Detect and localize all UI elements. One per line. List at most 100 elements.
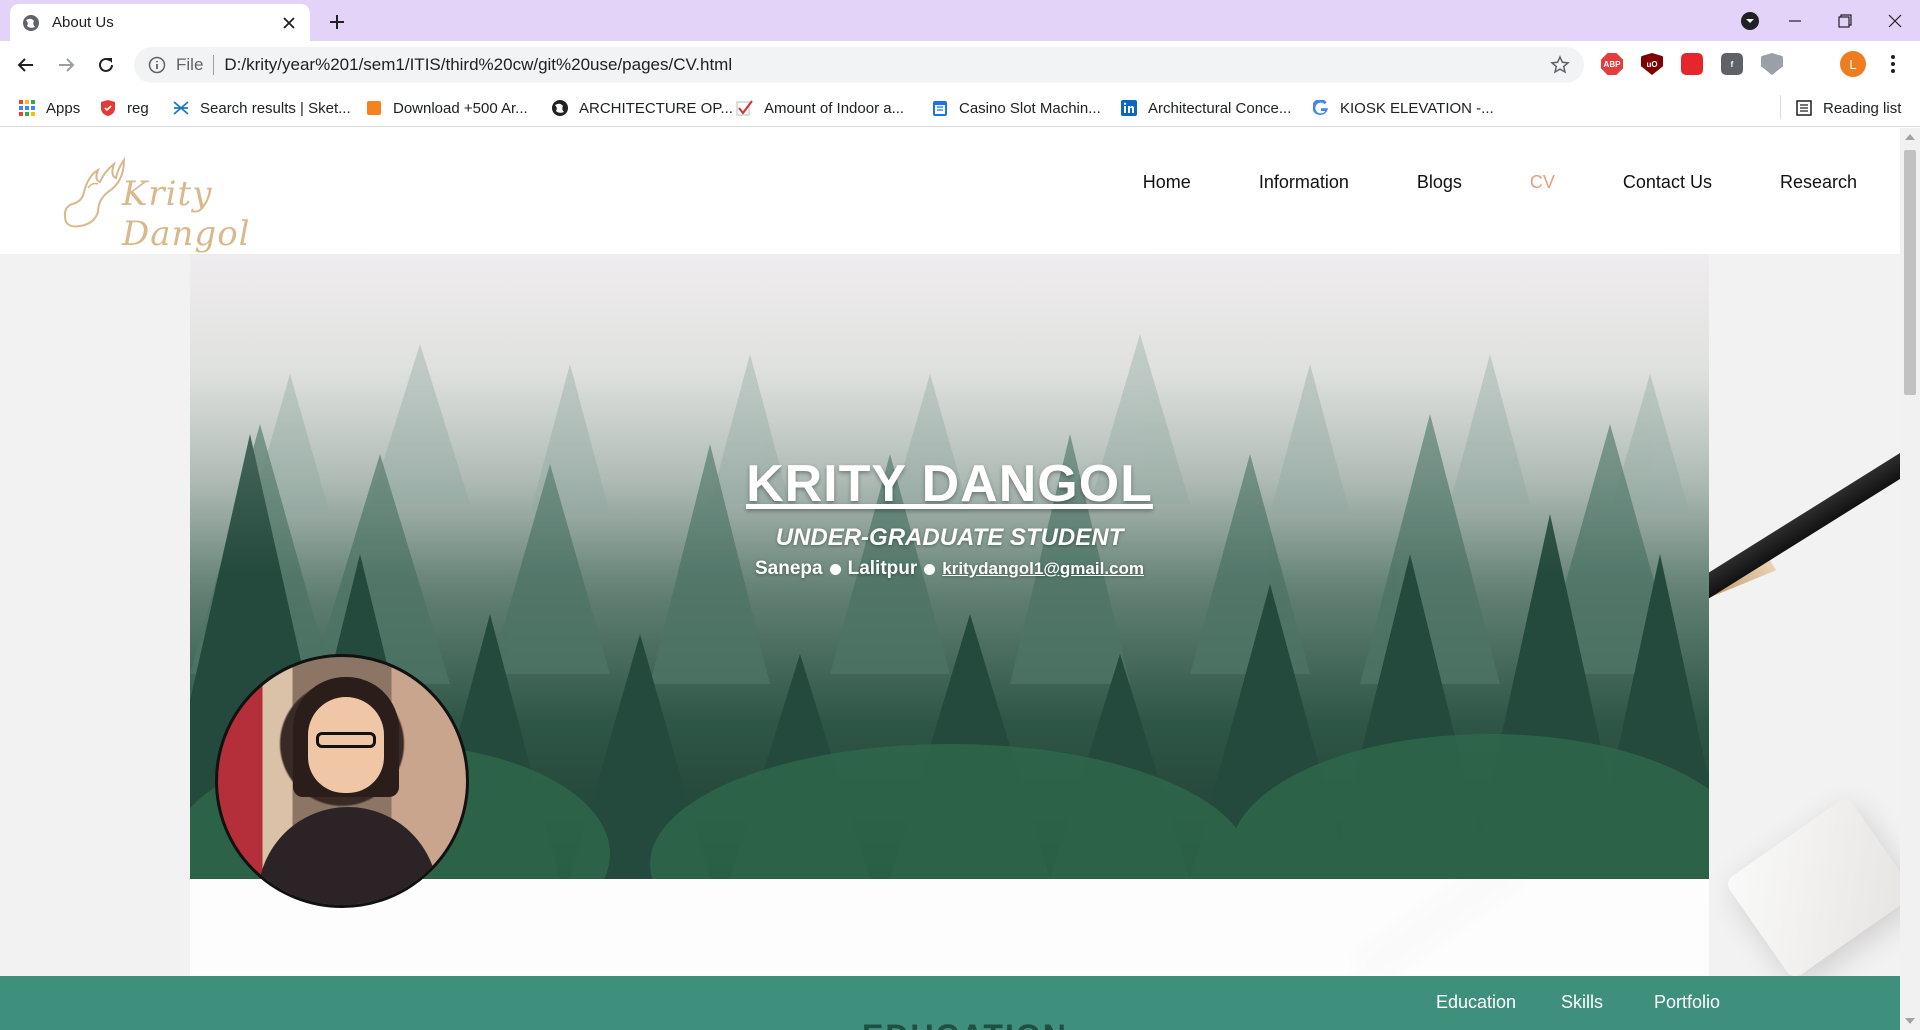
bookmark-item[interactable]: KIOSK ELEVATION -...	[1312, 97, 1494, 119]
pencil-decoration	[1694, 443, 1900, 601]
bookmark-item[interactable]: Search results | Sket...	[172, 97, 351, 119]
nav-link-contact-us[interactable]: Contact Us	[1623, 172, 1712, 193]
page-viewport[interactable]: Krity Dangol Home Information Blogs CV Conta…	[0, 128, 1900, 1030]
bookmark-label: Casino Slot Machin...	[959, 99, 1101, 117]
section-heading: EDUCATION	[862, 1018, 1068, 1030]
tab-strip: About Us	[0, 0, 1920, 41]
bookmarks-divider	[1780, 95, 1781, 119]
address-bar[interactable]: File D:/krity/year%201/sem1/ITIS/third%2…	[134, 47, 1584, 83]
bookmark-item[interactable]: ARCHITECTURE OP...	[551, 97, 733, 119]
photo-body	[258, 807, 438, 905]
bookmarks-bar: Apps reg Search results | Sket... Download …	[0, 89, 1920, 127]
scrollbar-thumb[interactable]	[1904, 150, 1916, 395]
extension-badge: ABP	[1601, 53, 1623, 75]
arrow-left-icon	[17, 58, 33, 72]
hero-contact: Sanepa Lalitpur kritydangol1@gmail.com	[190, 558, 1709, 580]
restore-button[interactable]	[1820, 0, 1870, 41]
puzzle-extensions-icon[interactable]	[1797, 49, 1827, 79]
minimize-button[interactable]	[1770, 0, 1820, 41]
reading-list-button[interactable]: Reading list	[1795, 97, 1901, 119]
page-scrollbar[interactable]	[1900, 128, 1920, 1030]
bookmark-label: Amount of Indoor a...	[764, 99, 905, 117]
browser-toolbar: File D:/krity/year%201/sem1/ITIS/third%2…	[0, 41, 1920, 89]
nav-link-research[interactable]: Research	[1780, 172, 1857, 193]
site-header: Krity Dangol Home Information Blogs CV Conta…	[0, 128, 1900, 254]
extension-badge: uO	[1641, 53, 1663, 75]
new-tab-button[interactable]	[325, 10, 349, 34]
bookmark-item[interactable]: Download +500 Ar...	[365, 97, 528, 119]
globe-icon	[22, 14, 40, 32]
scroll-down-icon[interactable]	[1905, 1018, 1915, 1024]
kebab-menu-icon	[1891, 55, 1895, 73]
nav-link-information[interactable]: Information	[1259, 172, 1349, 193]
section-nav-portfolio[interactable]: Portfolio	[1654, 992, 1720, 1013]
scroll-up-icon[interactable]	[1905, 134, 1915, 140]
facebook-extension-icon[interactable]: f	[1717, 49, 1747, 79]
bullet-dot-icon	[924, 563, 936, 575]
orange-square-icon	[365, 99, 383, 117]
url-separator	[213, 55, 215, 75]
profile-initial: L	[1840, 51, 1866, 77]
hero-content: KRITY DANGOL UNDER-GRADUATE STUDENT Sane…	[190, 454, 1709, 580]
nav-link-cv[interactable]: CV	[1530, 172, 1555, 193]
globe-icon	[551, 99, 569, 117]
pdf-extension-icon[interactable]	[1677, 49, 1707, 79]
ublock-origin-icon[interactable]: uO	[1637, 49, 1667, 79]
browser-menu-button[interactable]	[1878, 49, 1908, 79]
url-text[interactable]: D:/krity/year%201/sem1/ITIS/third%20cw/g…	[224, 55, 1548, 75]
reading-list-label: Reading list	[1823, 99, 1902, 117]
arrow-right-icon	[59, 58, 75, 72]
bookmark-label: reg	[127, 99, 149, 117]
tab-search-button[interactable]	[1730, 0, 1770, 41]
shield-red-icon	[99, 99, 117, 117]
browser-tab[interactable]: About Us	[10, 4, 310, 41]
bookmark-label: Architectural Conce...	[1148, 99, 1292, 117]
adblock-plus-icon[interactable]: ABP	[1597, 49, 1627, 79]
bookmark-label: Search results | Sket...	[200, 99, 351, 117]
eraser-decoration	[1724, 795, 1900, 981]
minimize-icon	[1789, 19, 1801, 22]
forward-button[interactable]	[46, 45, 86, 85]
sketchfab-icon	[172, 99, 190, 117]
site-nav: Home Information Blogs CV Contact Us Research	[1143, 172, 1900, 193]
logo-text: Krity Dangol	[122, 174, 251, 254]
shield-extension-icon[interactable]	[1757, 49, 1787, 79]
info-icon[interactable]	[148, 56, 166, 74]
bookmark-label: KIOSK ELEVATION -...	[1340, 99, 1494, 117]
bookmark-item[interactable]: reg	[99, 97, 149, 119]
nav-link-home[interactable]: Home	[1143, 172, 1191, 193]
profile-avatar[interactable]: L	[1838, 49, 1868, 79]
nav-link-blogs[interactable]: Blogs	[1417, 172, 1462, 193]
restore-icon	[1838, 13, 1852, 28]
window-close-button[interactable]	[1870, 0, 1920, 41]
bookmark-item[interactable]: Architectural Conce...	[1120, 97, 1291, 119]
plus-icon	[330, 15, 344, 29]
bookmark-label: Download +500 Ar...	[393, 99, 528, 117]
hero-role: UNDER-GRADUATE STUDENT	[775, 524, 1124, 551]
extension-badge: f	[1721, 53, 1743, 75]
bookmark-star-icon[interactable]	[1548, 53, 1572, 77]
back-button[interactable]	[6, 45, 46, 85]
reading-list-icon	[1795, 99, 1813, 117]
profile-photo	[215, 654, 469, 908]
close-icon[interactable]	[280, 14, 298, 32]
bookmark-item[interactable]: Casino Slot Machin...	[931, 97, 1101, 119]
close-icon	[1888, 14, 1902, 27]
site-logo[interactable]: Krity Dangol	[58, 138, 318, 254]
tab-title: About Us	[52, 14, 114, 31]
hero-location-city: Lalitpur	[847, 558, 918, 579]
chevron-down-icon	[1741, 11, 1759, 30]
bookmark-item[interactable]: Amount of Indoor a...	[736, 97, 904, 119]
reload-button[interactable]	[86, 45, 126, 85]
bullet-dot-icon	[829, 563, 841, 575]
winged-shoe-logo-icon	[63, 156, 126, 228]
photo-glasses	[316, 732, 376, 748]
bookmark-item[interactable]: Apps	[18, 97, 80, 119]
checkmark-icon	[736, 99, 754, 117]
hero-email-link[interactable]: kritydangol1@gmail.com	[942, 559, 1144, 579]
section-nav-skills[interactable]: Skills	[1561, 992, 1603, 1013]
linkedin-icon	[1120, 99, 1138, 117]
section-nav-education[interactable]: Education	[1436, 992, 1516, 1013]
extension-badge	[1801, 53, 1823, 75]
reload-icon	[99, 57, 113, 72]
